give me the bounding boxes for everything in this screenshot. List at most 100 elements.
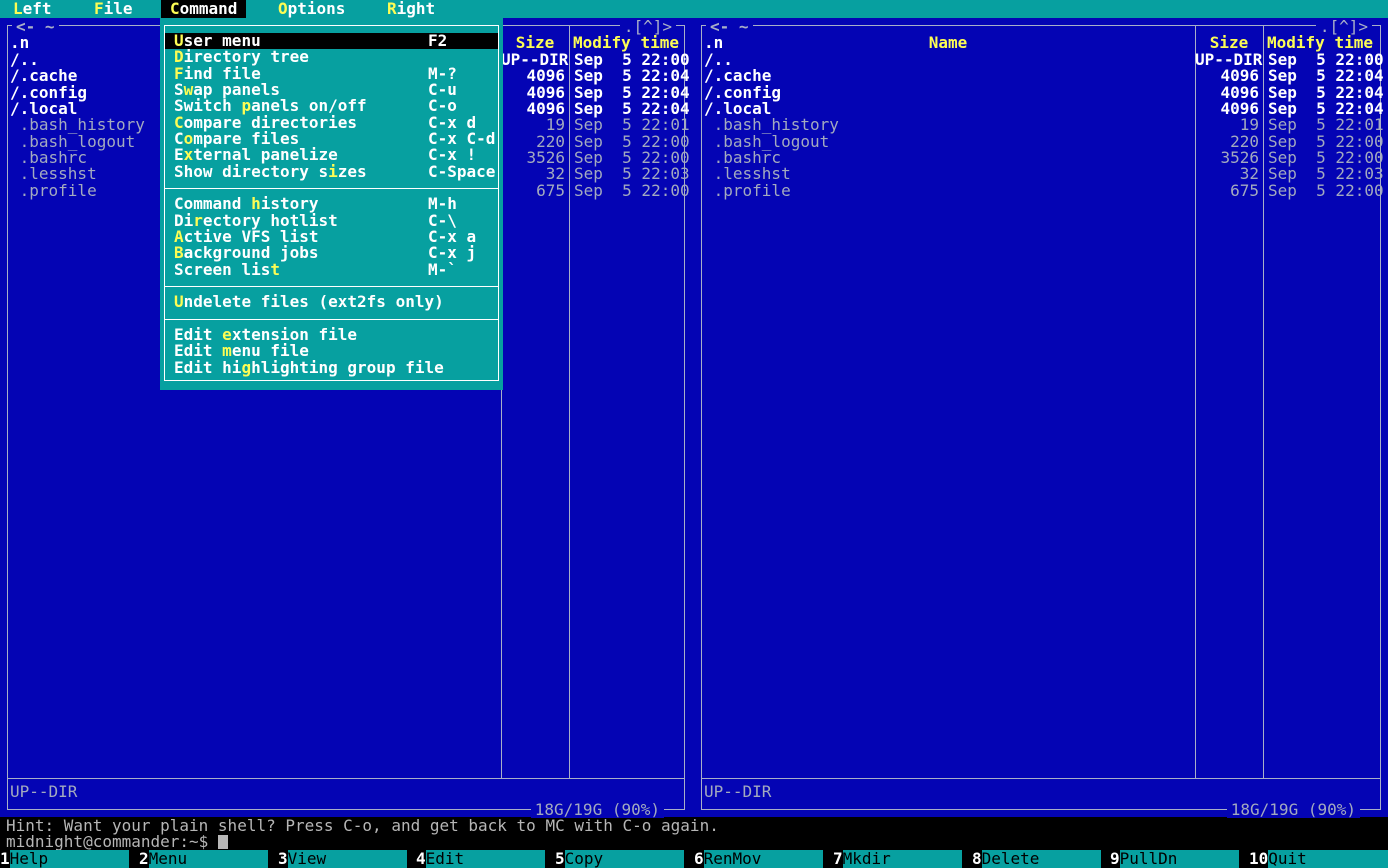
menu-item-external-panelize[interactable]: External panelizeC-x ! bbox=[165, 147, 498, 163]
fkey-renmov[interactable]: 6RenMov bbox=[694, 850, 833, 868]
hotkey-letter: g bbox=[241, 358, 251, 377]
column-header-size[interactable]: Size bbox=[501, 34, 569, 51]
label-text: Edit hi bbox=[174, 358, 241, 377]
file-size: 32 bbox=[1195, 165, 1259, 182]
fkey-number: 9 bbox=[1110, 850, 1120, 868]
menu-item-switch-panels-on-off[interactable]: Switch panels on/offC-o bbox=[165, 98, 498, 114]
file-size: 675 bbox=[501, 182, 565, 199]
fkey-copy[interactable]: 5Copy bbox=[555, 850, 694, 868]
label-text: ndelete files (ext2fs only) bbox=[184, 292, 444, 311]
menu-separator bbox=[165, 188, 498, 189]
file-name: .bash_history bbox=[704, 116, 839, 133]
menu-item-edit-highlighting-group-file[interactable]: Edit highlighting group file bbox=[165, 360, 498, 376]
menu-item-shortcut: M-h bbox=[428, 196, 457, 212]
fkey-label: PullDn bbox=[1120, 850, 1239, 868]
fkey-number: 7 bbox=[833, 850, 843, 868]
fkey-menu[interactable]: 2Menu bbox=[139, 850, 278, 868]
menu-item-shortcut: F2 bbox=[428, 33, 447, 49]
menubar-item-left[interactable]: Left bbox=[4, 0, 61, 18]
menu-item-command-history[interactable]: Command history M-h bbox=[165, 196, 498, 212]
fkey-label: Edit bbox=[426, 850, 545, 868]
menu-item-background-jobs[interactable]: Background jobsC-x j bbox=[165, 245, 498, 261]
menu-item-show-directory-sizes[interactable]: Show directory sizesC-Space bbox=[165, 164, 498, 180]
fkey-edit[interactable]: 4Edit bbox=[416, 850, 555, 868]
file-name: /.cache bbox=[10, 67, 77, 84]
label-text: hlighting group file bbox=[251, 358, 444, 377]
file-size: 4096 bbox=[1195, 67, 1259, 84]
file-size: 19 bbox=[1195, 116, 1259, 133]
menu-item-label: Edit highlighting group file bbox=[174, 360, 444, 376]
hotkey-letter: O bbox=[278, 0, 288, 18]
fkey-label: Copy bbox=[565, 850, 684, 868]
menubar-item-file[interactable]: File bbox=[85, 0, 142, 18]
hotkey-letter: t bbox=[270, 260, 280, 279]
fkey-label: View bbox=[288, 850, 407, 868]
file-name: .lesshst bbox=[10, 165, 97, 182]
column-header-mtime[interactable]: Modify time bbox=[570, 34, 682, 51]
label-text: ommand bbox=[180, 0, 238, 18]
hotkey-letter: L bbox=[13, 0, 23, 18]
menubar-item-right[interactable]: Right bbox=[378, 0, 444, 18]
fkey-label: RenMov bbox=[704, 850, 823, 868]
fkey-number: 4 bbox=[416, 850, 426, 868]
fkey-number: 8 bbox=[972, 850, 982, 868]
fkey-number: 2 bbox=[139, 850, 149, 868]
menu-item-screen-list[interactable]: Screen list M-` bbox=[165, 262, 498, 278]
column-header-mtime[interactable]: Modify time bbox=[1264, 34, 1376, 51]
menu-item-shortcut: C-x ! bbox=[428, 147, 476, 163]
terminal-cursor bbox=[218, 835, 228, 849]
file-size: 32 bbox=[501, 165, 565, 182]
menu-item-undelete-files-ext2fs-only[interactable]: Undelete files (ext2fs only) bbox=[165, 294, 498, 310]
fkey-label: Help bbox=[10, 850, 129, 868]
menu-item-label: Show directory sizes bbox=[174, 164, 367, 180]
label-text: Screen lis bbox=[174, 260, 270, 279]
ministatus: UP--DIR bbox=[10, 783, 77, 800]
file-panel-right: <- ~.[^]>.nNameSizeModify time/..UP--DIR… bbox=[698, 18, 1384, 817]
file-mtime: Sep 5 22:04 bbox=[1268, 67, 1384, 84]
ministatus: UP--DIR bbox=[704, 783, 771, 800]
file-name: .lesshst bbox=[704, 165, 791, 182]
menu-item-label: Command history bbox=[174, 196, 319, 212]
fkey-view[interactable]: 3View bbox=[278, 850, 417, 868]
column-header-size[interactable]: Size bbox=[1195, 34, 1263, 51]
label-text: zes bbox=[338, 162, 367, 181]
mc-screen: Left File Command Options Right <- ~.[^]>.nN… bbox=[0, 0, 1388, 868]
fkey-number: 6 bbox=[694, 850, 704, 868]
fkey-label: Quit bbox=[1268, 850, 1388, 868]
menubar-item-command[interactable]: Command bbox=[161, 0, 246, 18]
fkey-quit[interactable]: 10Quit bbox=[1249, 850, 1388, 868]
fkey-label: Delete bbox=[982, 850, 1101, 868]
fkey-label: Menu bbox=[149, 850, 268, 868]
fkey-label: Mkdir bbox=[843, 850, 962, 868]
fkey-delete[interactable]: 8Delete bbox=[972, 850, 1111, 868]
hotkey-letter: C bbox=[170, 0, 180, 18]
menu-item-shortcut: M-` bbox=[428, 262, 457, 278]
fkey-pulldn[interactable]: 9PullDn bbox=[1110, 850, 1249, 868]
fkey-help[interactable]: 1Help bbox=[0, 850, 139, 868]
file-name: .profile bbox=[704, 182, 791, 199]
menu-item-shortcut: C-x j bbox=[428, 245, 476, 261]
menu-bar: Left File Command Options Right bbox=[0, 0, 1388, 18]
shell-command-line[interactable]: midnight@commander:~$ bbox=[0, 834, 1388, 850]
fkey-mkdir[interactable]: 7Mkdir bbox=[833, 850, 972, 868]
label-text: ile bbox=[104, 0, 133, 18]
file-name: .profile bbox=[10, 182, 97, 199]
label-text: eft bbox=[23, 0, 52, 18]
file-mtime: Sep 5 22:04 bbox=[574, 67, 690, 84]
label-text: ight bbox=[397, 0, 436, 18]
menu-item-edit-menu-file[interactable]: Edit menu file bbox=[165, 343, 498, 359]
menu-item-label: Switch panels on/off bbox=[174, 98, 367, 114]
file-size: 4096 bbox=[501, 67, 565, 84]
menu-item-label: Undelete files (ext2fs only) bbox=[174, 294, 444, 310]
file-mtime: Sep 5 22:03 bbox=[1268, 165, 1384, 182]
menu-item-label: Directory tree bbox=[174, 49, 309, 65]
function-key-bar: 1Help2Menu3View4Edit5Copy6RenMov7Mkdir8D… bbox=[0, 850, 1388, 868]
fkey-number: 5 bbox=[555, 850, 565, 868]
column-header-name[interactable]: Name bbox=[701, 34, 1195, 51]
menu-item-directory-tree[interactable]: Directory tree bbox=[165, 49, 498, 65]
hotkey-letter: R bbox=[387, 0, 397, 18]
menu-item-label: Edit menu file bbox=[174, 343, 309, 359]
menubar-item-options[interactable]: Options bbox=[269, 0, 354, 18]
menu-separator bbox=[165, 286, 498, 287]
fkey-number: 3 bbox=[278, 850, 288, 868]
